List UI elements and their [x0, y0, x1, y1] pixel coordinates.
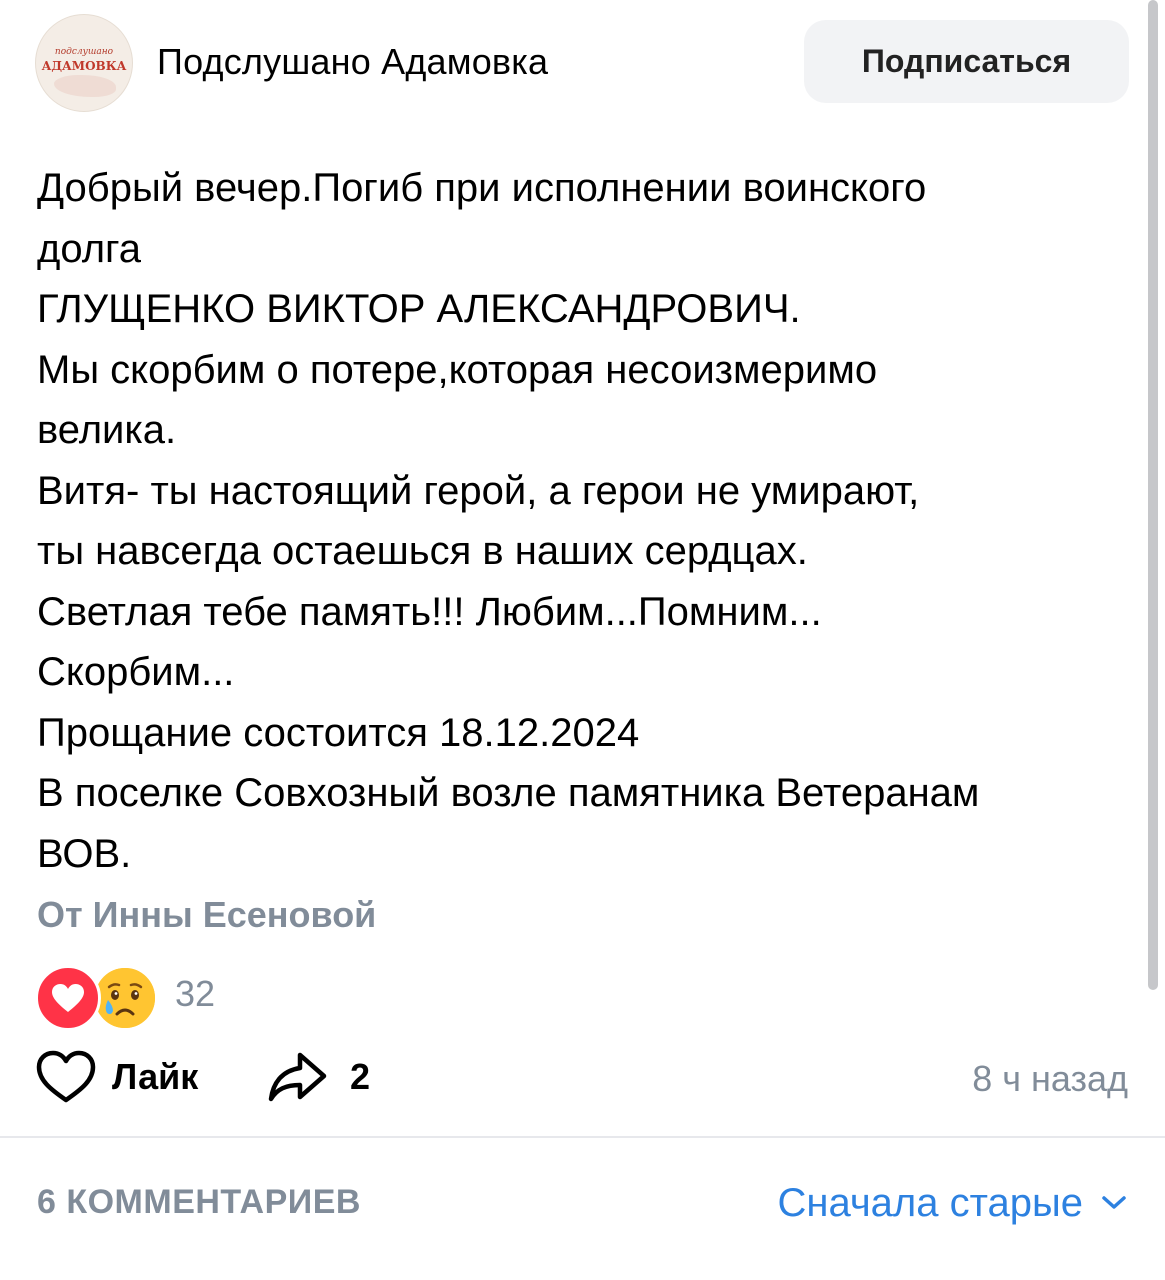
like-label: Лайк: [112, 1056, 199, 1097]
avatar-map-shape: [54, 75, 116, 97]
share-arrow-icon: [266, 1050, 328, 1104]
post-text-line: Светлая тебе память!!! Любим...Помним...: [37, 589, 822, 634]
post-text: Добрый вечер.Погиб при исполнении воинск…: [37, 158, 1132, 884]
sort-label: Сначала старые: [777, 1180, 1084, 1225]
like-button[interactable]: Лайк: [35, 1045, 198, 1109]
crying-face-reaction-icon: [92, 965, 158, 1031]
post-text-line: Мы скорбим о потере,которая несоизмеримо: [37, 347, 878, 392]
post-actions-bar: Лайк 2 8 ч назад: [0, 1045, 1165, 1115]
chevron-down-icon: [1101, 1195, 1127, 1211]
avatar-big-text: АДАМОВКА: [41, 59, 127, 73]
comments-count: 6 КОММЕНТАРИЕВ: [37, 1183, 361, 1221]
post-header: подслушано АДАМОВКА Подслушано Адамовка …: [0, 0, 1165, 125]
post-text-line: В поселке Совхозный возле памятника Вете…: [37, 771, 980, 815]
post-text-line: ГЛУЩЕНКО ВИКТОР АЛЕКСАНДРОВИЧ.: [37, 287, 801, 331]
scrollbar[interactable]: [1148, 0, 1158, 990]
heart-outline-icon: [35, 1049, 97, 1105]
post-text-line: ВОВ.: [37, 831, 132, 876]
comments-sort-dropdown[interactable]: Сначала старые: [778, 1176, 1128, 1230]
avatar-small-text: подслушано: [54, 47, 114, 57]
heart-reaction-icon: [35, 965, 101, 1031]
divider: [0, 1136, 1165, 1138]
post-text-line: Витя- ты настоящий герой, а герои не уми…: [37, 468, 920, 513]
post-text-line: Добрый вечер.Погиб при исполнении воинск…: [37, 166, 927, 210]
group-avatar[interactable]: подслушано АДАМОВКА: [35, 14, 133, 112]
post-text-line: долга: [37, 226, 142, 271]
post-author-signature[interactable]: От Инны Есеновой: [37, 893, 376, 937]
reactions-summary[interactable]: 32: [35, 962, 295, 1031]
post-text-line: Скорбим...: [37, 650, 235, 694]
reaction-count: 32: [175, 973, 216, 1014]
group-name[interactable]: Подслушано Адамовка: [157, 38, 548, 86]
share-count: 2: [350, 1056, 371, 1097]
share-button[interactable]: 2: [266, 1045, 370, 1109]
post-timestamp[interactable]: 8 ч назад: [972, 1057, 1128, 1101]
post-text-line: велика.: [37, 408, 177, 452]
post-text-line: Прощание состоится 18.12.2024: [37, 710, 640, 755]
subscribe-button[interactable]: Подписаться: [804, 20, 1129, 103]
post-text-line: ты навсегда остаешься в наших сердцах.: [37, 529, 808, 573]
